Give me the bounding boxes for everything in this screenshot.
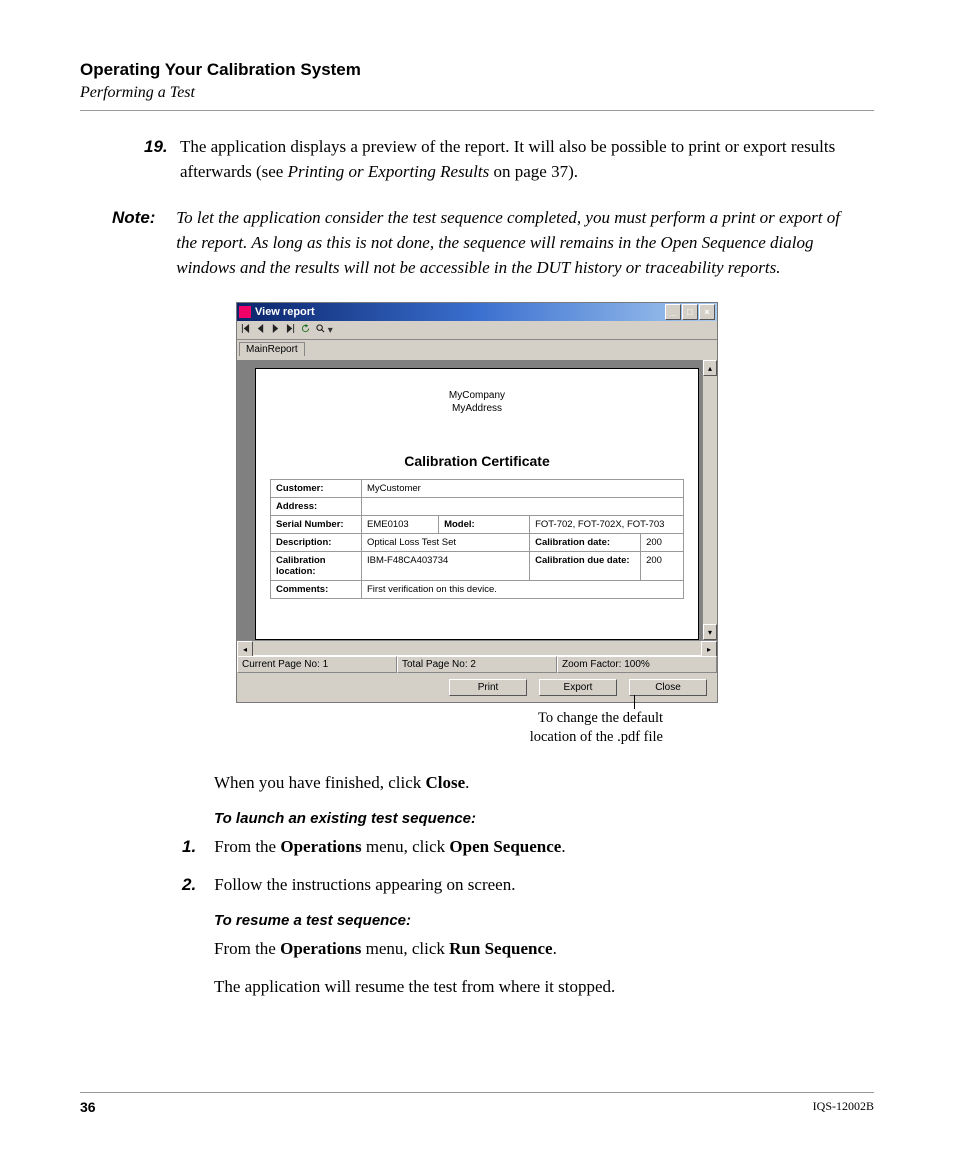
callout-leader-line [634, 695, 635, 709]
window-title: View report [255, 306, 315, 318]
page-number: 36 [80, 1099, 96, 1115]
step-text: The application displays a preview of th… [180, 137, 835, 181]
info-table: Customer:MyCustomer Address: Serial Numb… [270, 479, 684, 599]
button-row: Print Export Close [237, 673, 717, 702]
status-zoom: Zoom Factor: 100% [557, 656, 717, 673]
status-total-page: Total Page No: 2 [397, 656, 557, 673]
status-current-page: Current Page No: 1 [237, 656, 397, 673]
company-block: MyCompany MyAddress [270, 389, 684, 415]
last-page-icon[interactable] [286, 324, 295, 336]
step-19: 19. The application displays a preview o… [180, 135, 874, 184]
resume-line-2: The application will resume the test fro… [214, 975, 874, 1000]
report-viewport: MyCompany MyAddress Calibration Certific… [237, 360, 717, 640]
chapter-title: Operating Your Calibration System [80, 60, 874, 80]
doc-id: IQS-12002B [813, 1099, 874, 1115]
report-window: View report _ □ × ▾ MainReport MyCompany [236, 302, 718, 703]
export-button[interactable]: Export [539, 679, 617, 696]
refresh-icon[interactable] [301, 324, 310, 336]
launch-heading: To launch an existing test sequence: [214, 810, 874, 827]
note-block: Note: To let the application consider th… [116, 206, 874, 280]
certificate-title: Calibration Certificate [270, 453, 684, 469]
launch-step-1: 1. From the Operations menu, click Open … [214, 835, 874, 860]
app-icon [239, 306, 251, 318]
first-page-icon[interactable] [241, 324, 250, 336]
vertical-scrollbar[interactable]: ▴ ▾ [702, 360, 717, 640]
page-footer: 36 IQS-12002B [80, 1092, 874, 1115]
resume-line-1: From the Operations menu, click Run Sequ… [214, 937, 874, 962]
step-number: 19. [144, 135, 176, 160]
export-callout: To change the default location of the .p… [237, 709, 717, 747]
scroll-left-icon[interactable]: ◂ [237, 641, 253, 657]
report-page: MyCompany MyAddress Calibration Certific… [255, 368, 699, 640]
minimize-button[interactable]: _ [665, 304, 681, 320]
status-bar: Current Page No: 1 Total Page No: 2 Zoom… [237, 655, 717, 673]
note-text: To let the application consider the test… [176, 206, 856, 280]
resume-heading: To resume a test sequence: [214, 912, 874, 929]
launch-step-2: 2. Follow the instructions appearing on … [214, 873, 874, 898]
scroll-up-icon[interactable]: ▴ [703, 360, 717, 376]
scroll-right-icon[interactable]: ▸ [701, 641, 717, 657]
horizontal-scrollbar[interactable]: ◂ ▸ [237, 640, 717, 655]
next-page-icon[interactable] [271, 324, 280, 336]
tab-mainreport[interactable]: MainReport [239, 342, 305, 356]
header-rule [80, 110, 874, 111]
print-button[interactable]: Print [449, 679, 527, 696]
toolbar: ▾ [237, 321, 717, 340]
section-title: Performing a Test [80, 84, 874, 102]
page: Operating Your Calibration System Perfor… [0, 0, 954, 1159]
note-label: Note: [112, 206, 172, 231]
maximize-button[interactable]: □ [682, 304, 698, 320]
close-button[interactable]: Close [629, 679, 707, 696]
titlebar: View report _ □ × [237, 303, 717, 321]
close-instruction: When you have finished, click Close. [214, 771, 874, 796]
prev-page-icon[interactable] [256, 324, 265, 336]
zoom-icon[interactable]: ▾ [316, 324, 333, 336]
scroll-down-icon[interactable]: ▾ [703, 624, 717, 640]
close-window-button[interactable]: × [699, 304, 715, 320]
tab-row: MainReport [237, 340, 717, 360]
